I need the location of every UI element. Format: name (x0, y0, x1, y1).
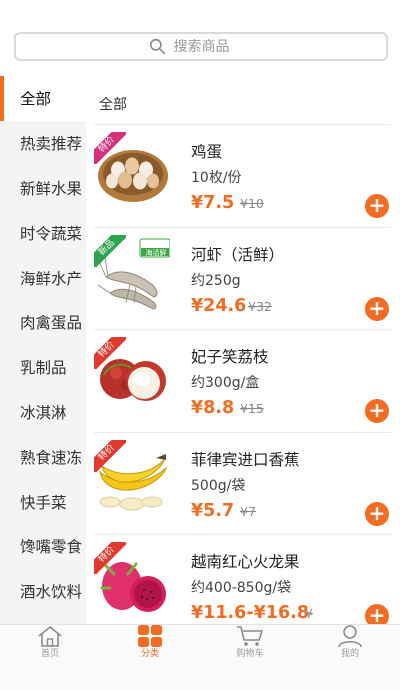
product-spec: 约300g/盒 (191, 375, 260, 391)
add-to-cart-button[interactable]: + (365, 501, 389, 526)
product-name: 河虾（活鲜） (191, 245, 285, 264)
product-spec: 10枚/份 (191, 170, 242, 186)
tag-ribbon: 特价 (94, 132, 126, 164)
section-title: 全部 (99, 97, 127, 113)
add-to-cart-button[interactable]: + (365, 194, 389, 218)
tab-profile-label: 我的 (340, 649, 359, 659)
sidebar-item-quick-dish[interactable]: 快手菜 (0, 479, 86, 524)
cart-icon (237, 626, 263, 646)
product-list: 特价 鸡蛋 10枚/份 ¥7.5 ¥10 + 海活鲜 新品 河虾（活鲜） 约25… (94, 124, 391, 624)
sidebar-item-fruit[interactable]: 新鲜水果 (0, 166, 86, 211)
tag-ribbon: 特价 (94, 337, 126, 369)
product-name: 菲律宾进口香蕉 (191, 450, 300, 469)
user-icon (338, 625, 362, 647)
sidebar-item-frozen[interactable]: 熟食速冻 (0, 434, 86, 479)
search-bar[interactable] (14, 32, 388, 61)
sidebar-item-snacks[interactable]: 馋嘴零食 (0, 524, 86, 569)
product-old-price: ¥7 (240, 503, 256, 519)
sidebar-item-icecream[interactable]: 冰淇淋 (0, 390, 86, 435)
sidebar-item-all[interactable]: 全部 (0, 76, 86, 121)
product-price: ¥11.6-¥16.8 (191, 603, 309, 623)
tab-home[interactable]: 首页 (0, 625, 100, 661)
product-name: 越南红心火龙果 (191, 553, 300, 571)
product-spec: 约400-850g/袋 (191, 580, 292, 596)
tab-profile[interactable]: 我的 (300, 625, 400, 661)
sidebar-item-hot[interactable]: 热卖推荐 (0, 121, 86, 166)
bottom-tabbar: 首页 分类 购物车 我的 (0, 624, 400, 690)
add-to-cart-button[interactable]: + (365, 604, 389, 624)
search-icon (149, 38, 165, 55)
product-item[interactable]: 特价 妃子笑荔枝 约300g/盒 ¥8.8 ¥15 + (94, 329, 391, 432)
product-item[interactable]: 特价 菲律宾进口香蕉 500g/袋 ¥5.7 ¥7 + (94, 431, 391, 535)
search-input[interactable] (173, 38, 254, 55)
sidebar-item-seafood[interactable]: 海鲜水产 (0, 255, 86, 300)
product-name: 鸡蛋 (191, 143, 223, 161)
sidebar-item-meat-egg[interactable]: 肉禽蛋品 (0, 300, 86, 345)
add-to-cart-button[interactable]: + (365, 399, 389, 423)
sidebar-item-drinks[interactable]: 酒水饮料 (0, 569, 86, 614)
tab-category[interactable]: 分类 (100, 625, 200, 661)
product-price: ¥8.8 (191, 398, 235, 418)
product-spec: 500g/袋 (191, 477, 246, 494)
add-to-cart-button[interactable]: + (365, 296, 389, 321)
product-old-price: ¥ (305, 606, 313, 621)
product-price: ¥5.7 (191, 500, 235, 521)
product-old-price: ¥15 (240, 401, 264, 416)
tab-home-label: 首页 (40, 649, 59, 659)
tag-ribbon: 特价 (94, 542, 126, 574)
brand-badge: 海活鲜 (145, 248, 167, 257)
product-old-price: ¥32 (248, 298, 272, 314)
category-sidebar: 全部 热卖推荐 新鲜水果 时令蔬菜 海鲜水产 肉禽蛋品 乳制品 冰淇淋 熟食速冻… (0, 76, 86, 624)
product-price: ¥24.6 (191, 295, 247, 316)
product-panel: 全部 特价 鸡蛋 10枚/份 ¥7.5 ¥10 + 海活鲜 新品 河虾（活鲜） … (86, 76, 400, 624)
tab-cart[interactable]: 购物车 (200, 625, 300, 661)
sidebar-item-dairy[interactable]: 乳制品 (0, 345, 86, 390)
product-old-price: ¥10 (240, 196, 264, 211)
product-name: 妃子笑荔枝 (191, 348, 269, 366)
category-icon (138, 625, 162, 647)
tab-cart-label: 购物车 (236, 649, 264, 659)
tag-ribbon: 特价 (94, 439, 126, 472)
tag-ribbon: 新品 (94, 234, 126, 267)
product-item[interactable]: 海活鲜 新品 河虾（活鲜） 约250g ¥24.6 ¥32 + (94, 226, 391, 330)
product-price: ¥7.5 (191, 193, 235, 213)
tab-category-label: 分类 (140, 649, 159, 659)
home-icon (38, 625, 62, 647)
sidebar-item-vegetable[interactable]: 时令蔬菜 (0, 210, 86, 255)
product-item[interactable]: 特价 鸡蛋 10枚/份 ¥7.5 ¥10 + (94, 124, 391, 227)
product-spec: 约250g (191, 272, 241, 289)
product-item[interactable]: 特价 越南红心火龙果 约400-850g/袋 ¥11.6-¥16.8 ¥ + (94, 534, 391, 624)
